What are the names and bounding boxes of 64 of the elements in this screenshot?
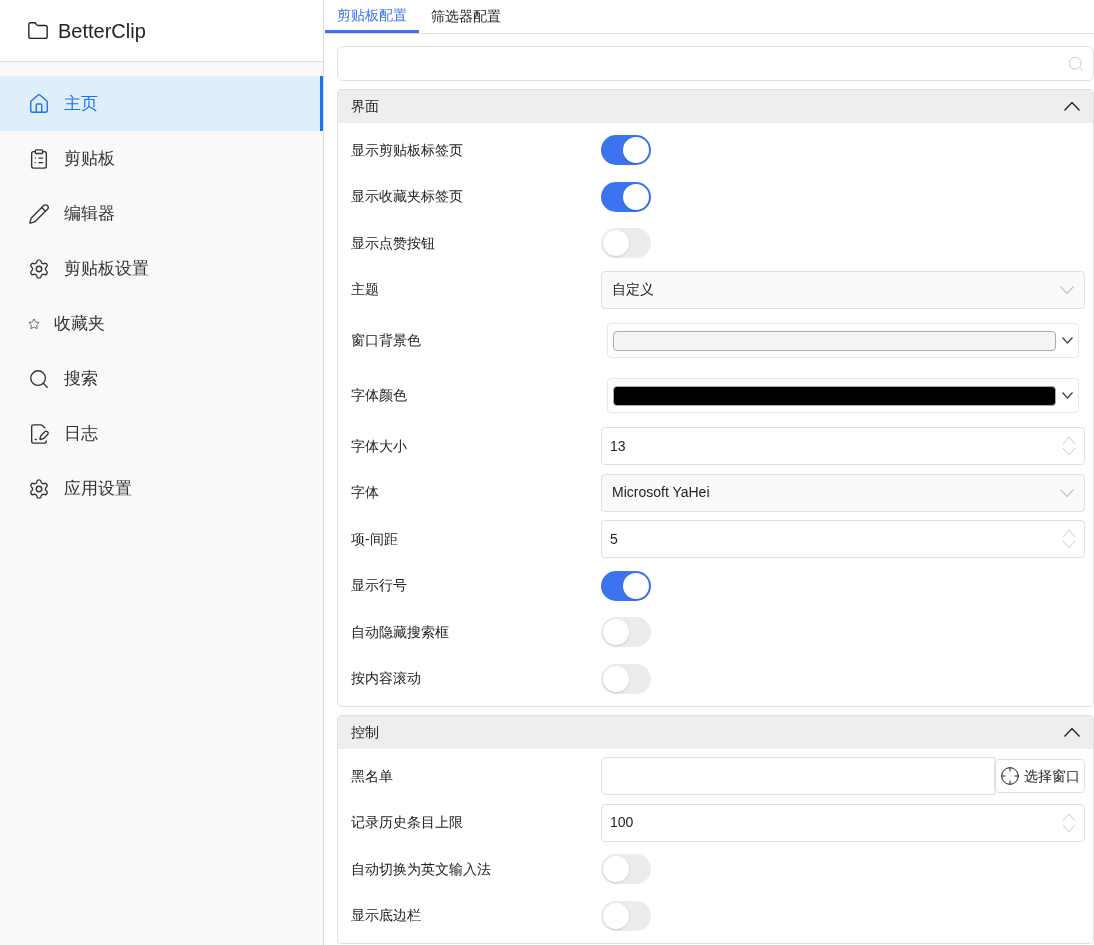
color-picker[interactable] [607,323,1079,358]
setting-label: 显示行号 [351,576,408,596]
section-header[interactable]: 控制 [338,716,1093,749]
section-header[interactable]: 界面 [338,90,1093,123]
setting-label: 窗口背景色 [351,331,422,350]
sidebar-item[interactable]: 编辑器 [0,186,323,241]
chevron-up-icon [1064,102,1080,111]
chevron-up-icon [1064,728,1080,737]
toggle-switch[interactable] [601,135,651,166]
setting-label: 主题 [351,280,380,300]
toggle-switch[interactable] [601,228,651,259]
star-icon [28,317,40,330]
setting-label: 显示点赞按钮 [351,233,436,253]
sidebar-item[interactable]: 剪贴板 [0,131,323,186]
search-field[interactable] [337,46,1094,81]
toggle-switch[interactable] [601,181,651,212]
setting-label: 记录历史条目上限 [351,813,464,833]
sidebar-item[interactable]: 主页 [0,76,323,131]
select-window-button[interactable]: 选择窗口 [995,759,1085,794]
setting-label: 项-间距 [351,529,399,549]
tab[interactable]: 筛选器配置 [419,0,513,33]
sidebar-item[interactable]: 收藏夹 [0,296,323,351]
search-icon [1067,54,1085,73]
toggle-switch[interactable] [601,570,651,601]
setting-label: 自动切换为英文输入法 [351,859,492,879]
toggle-switch[interactable] [601,663,651,694]
gear-icon [28,477,50,500]
tab[interactable]: 剪贴板配置 [325,0,419,33]
dropdown[interactable]: 自定义 [601,270,1085,309]
sidebar-item[interactable]: 剪贴板设置 [0,241,323,296]
number-field[interactable]: 13 [601,427,1085,466]
chevron-down-icon [1062,392,1073,399]
crosshair-icon [1000,766,1020,787]
home-icon [28,92,50,115]
setting-label: 显示剪贴板标签页 [351,140,464,160]
chevron-down-icon [1060,285,1074,294]
toggle-switch[interactable] [601,617,651,648]
pencil-icon [28,202,50,225]
color-picker[interactable] [607,378,1079,413]
setting-label: 字体 [351,483,380,503]
dropdown[interactable]: Microsoft YaHei [601,473,1085,512]
search-icon [28,367,50,390]
setting-label: 显示收藏夹标签页 [351,187,464,207]
sidebar-item[interactable]: 日志 [0,406,323,461]
app-title: BetterClip [58,18,146,44]
chevron-down-icon [1062,337,1073,344]
setting-label: 显示底边栏 [351,906,422,926]
number-field[interactable]: 100 [601,803,1085,842]
gear-icon [28,257,50,280]
chevron-down-icon [1060,488,1074,497]
setting-label: 字体颜色 [351,386,408,405]
toggle-switch[interactable] [601,854,651,885]
toggle-switch[interactable] [601,900,651,931]
sidebar-item[interactable]: 搜索 [0,351,323,406]
number-field[interactable]: 5 [601,520,1085,559]
clipboard-icon [28,147,50,170]
input-field[interactable] [601,757,995,796]
setting-label: 字体大小 [351,436,408,456]
setting-label: 按内容滚动 [351,669,422,689]
setting-label: 黑名单 [351,766,394,786]
sidebar-item[interactable]: 应用设置 [0,461,323,516]
notepad-icon [28,422,50,445]
folder-icon [27,19,49,42]
setting-label: 自动隐藏搜索框 [351,622,450,642]
